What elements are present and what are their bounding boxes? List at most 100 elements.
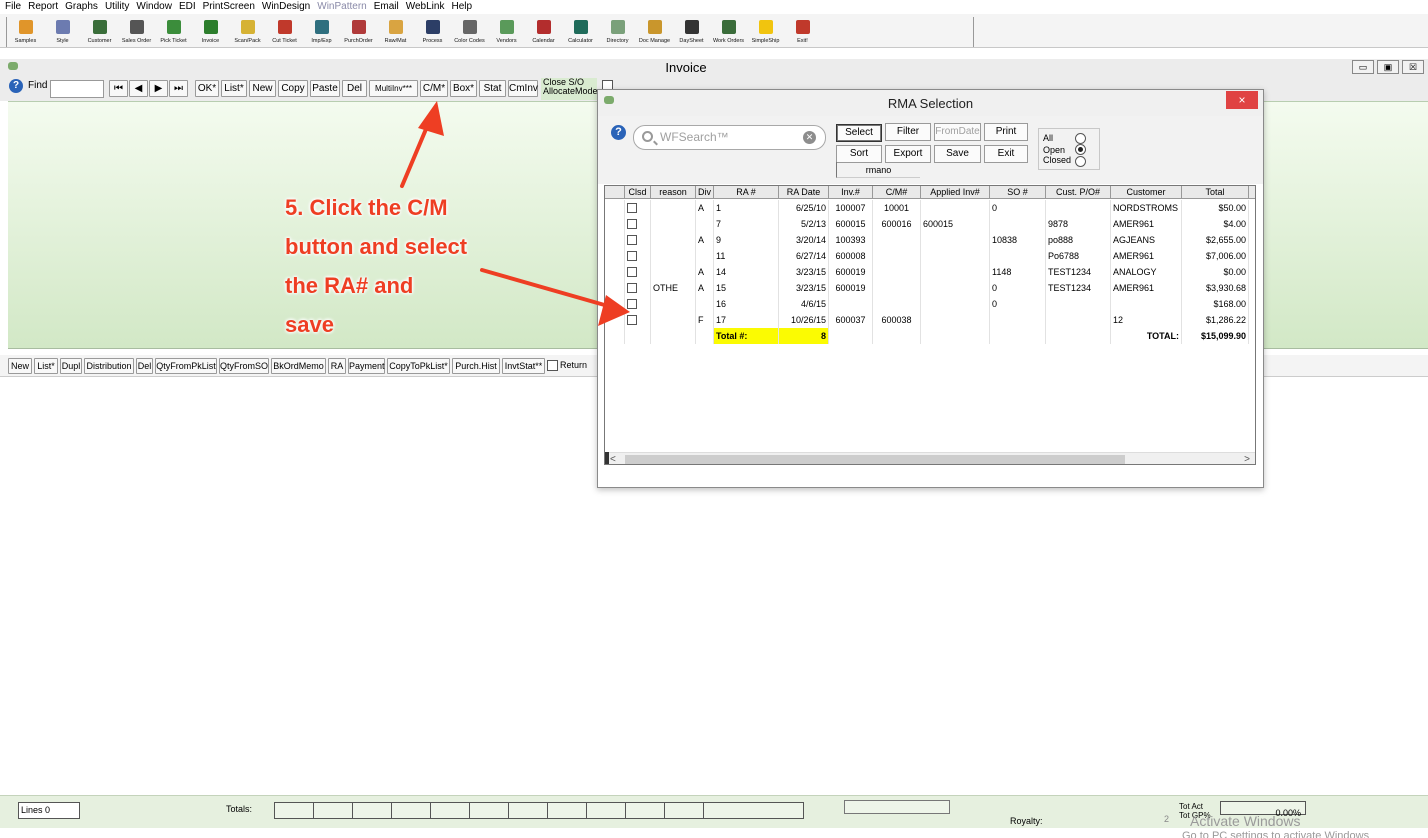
rma-row[interactable]: A 14 3/23/15 600019 1148 TEST1234 ANALOGY $0.00 (605, 264, 1249, 280)
column-header[interactable]: C/M# (873, 186, 921, 199)
toolbar-purchorder-button[interactable]: PurchOrder (340, 17, 377, 47)
toolbar-calendar-button[interactable]: Calendar (525, 17, 562, 47)
exit-button[interactable]: Exit (984, 145, 1028, 163)
box-button[interactable]: Box* (450, 80, 477, 97)
menu-help[interactable]: Help (451, 0, 472, 14)
toolbar-imp-exp-button[interactable]: Imp/Exp (303, 17, 340, 47)
bk-ord-memo-button[interactable]: BkOrdMemo (271, 358, 326, 374)
menu-report[interactable]: Report (28, 0, 58, 14)
column-header[interactable]: reason (651, 186, 696, 199)
rma-help-icon[interactable]: ? (611, 125, 626, 140)
column-header[interactable]: RA Date (779, 186, 829, 199)
paste-button[interactable]: Paste (310, 80, 340, 97)
toolbar-daysheet-button[interactable]: DaySheet (673, 17, 710, 47)
wfsearch-input[interactable]: WFSearch™ ✕ (633, 125, 826, 150)
return-checkbox[interactable] (547, 360, 558, 371)
toolbar-cut-ticket-button[interactable]: Cut Ticket (266, 17, 303, 47)
clear-search-icon[interactable]: ✕ (803, 131, 816, 144)
toolbar-color-codes-button[interactable]: Color Codes (451, 17, 488, 47)
stat-button[interactable]: Stat (479, 80, 506, 97)
lines-new-button[interactable]: New (8, 358, 32, 374)
radio-open[interactable] (1075, 144, 1086, 155)
toolbar-doc-manage-button[interactable]: Doc Manage (636, 17, 673, 47)
clsd-checkbox[interactable] (627, 267, 637, 277)
menu-graphs[interactable]: Graphs (65, 0, 98, 14)
horizontal-scrollbar[interactable]: < > (605, 452, 1255, 464)
column-header[interactable]: Cust. P/O# (1046, 186, 1111, 199)
column-header[interactable]: Customer (1111, 186, 1182, 199)
from-date-button[interactable]: FromDate (934, 123, 981, 141)
menu-windesign[interactable]: WinDesign (262, 0, 310, 14)
rma-row[interactable]: 7 5/2/13 600015 600016 600015 9878 AMER961 $4.0… (605, 216, 1249, 232)
find-input[interactable] (50, 80, 104, 98)
last-record-button[interactable]: ⏭ (169, 80, 188, 97)
column-header[interactable]: Total (1182, 186, 1249, 199)
qty-from-so-button[interactable]: QtyFromSO (219, 358, 269, 374)
clsd-checkbox[interactable] (627, 219, 637, 229)
lines-list-button[interactable]: List* (34, 358, 58, 374)
filter-button[interactable]: Filter (885, 123, 931, 141)
ra-button[interactable]: RA (328, 358, 346, 374)
toolbar-invoice-button[interactable]: Invoice (192, 17, 229, 47)
lines-del-button[interactable]: Del (136, 358, 153, 374)
toolbar-process-button[interactable]: Process (414, 17, 451, 47)
list-button[interactable]: List* (221, 80, 247, 97)
column-header[interactable] (1249, 186, 1255, 199)
clsd-checkbox[interactable] (627, 251, 637, 261)
column-header[interactable]: Inv.# (829, 186, 873, 199)
credit-memo-button[interactable]: C/M* (420, 80, 448, 97)
rma-row[interactable]: A 1 6/25/10 100007 10001 0 NORDSTROMS $50.00 (605, 200, 1249, 216)
menu-printscreen[interactable]: PrintScreen (203, 0, 255, 14)
next-record-button[interactable]: ▶ (149, 80, 168, 97)
restore-button[interactable]: ▣ (1377, 60, 1399, 74)
column-header[interactable]: RA # (714, 186, 779, 199)
payment-button[interactable]: Payment (348, 358, 385, 374)
column-header[interactable]: Applied Inv# (921, 186, 990, 199)
rma-close-button[interactable]: × (1226, 91, 1258, 109)
sort-button[interactable]: Sort (836, 145, 882, 163)
toolbar-customer-button[interactable]: Customer (81, 17, 118, 47)
rma-row[interactable]: 16 4/6/15 0 $168.00 (605, 296, 1249, 312)
scroll-right-icon[interactable]: > (1244, 453, 1250, 464)
toolbar-work-orders-button[interactable]: Work Orders (710, 17, 747, 47)
clsd-checkbox[interactable] (627, 203, 637, 213)
new-button[interactable]: New (249, 80, 276, 97)
toolbar-calculator-button[interactable]: Calculator (562, 17, 599, 47)
export-button[interactable]: Export (885, 145, 931, 163)
help-icon[interactable]: ? (9, 79, 23, 93)
print-button[interactable]: Print (984, 123, 1028, 141)
column-header[interactable]: SO # (990, 186, 1046, 199)
toolbar-sales-order-button[interactable]: Sales Order (118, 17, 155, 47)
toolbar-simpleship-button[interactable]: SimpleShip (747, 17, 784, 47)
clsd-checkbox[interactable] (627, 315, 637, 325)
column-header[interactable]: Clsd (625, 186, 651, 199)
clsd-checkbox[interactable] (627, 283, 637, 293)
toolbar-style-button[interactable]: Style (44, 17, 81, 47)
radio-all[interactable] (1075, 133, 1086, 144)
lines-dupl-button[interactable]: Dupl (60, 358, 82, 374)
ok-button[interactable]: OK* (195, 80, 219, 97)
toolbar-pick-ticket-button[interactable]: Pick Ticket (155, 17, 192, 47)
toolbar-vendors-button[interactable]: Vendors (488, 17, 525, 47)
toolbar-raw-mat-button[interactable]: Raw/Mat (377, 17, 414, 47)
toolbar-scan-pack-button[interactable]: Scan/Pack (229, 17, 266, 47)
toolbar-samples-button[interactable]: Samples (7, 17, 44, 47)
minimize-button[interactable]: ▭ (1352, 60, 1374, 74)
prev-record-button[interactable]: ◀ (129, 80, 148, 97)
distribution-button[interactable]: Distribution (84, 358, 134, 374)
qty-from-pklist-button[interactable]: QtyFromPkList (155, 358, 217, 374)
select-button[interactable]: Select (836, 124, 882, 142)
invt-stat-button[interactable]: InvtStat** (502, 358, 545, 374)
cminv-button[interactable]: CmInv (508, 80, 538, 97)
rma-row[interactable]: A 9 3/20/14 100393 10838 po888 AGJEANS $2,655.0… (605, 232, 1249, 248)
radio-closed[interactable] (1075, 156, 1086, 167)
menu-window[interactable]: Window (136, 0, 172, 14)
rma-row[interactable]: F 17 10/26/15 600037 600038 12 $1,286.22 (605, 312, 1249, 328)
menu-winpattern[interactable]: WinPattern (317, 0, 366, 14)
delete-button[interactable]: Del (342, 80, 367, 97)
column-header[interactable] (605, 186, 625, 199)
first-record-button[interactable]: ⏮ (109, 80, 128, 97)
copy-button[interactable]: Copy (278, 80, 308, 97)
save-button[interactable]: Save (934, 145, 981, 163)
scroll-left-icon[interactable]: < (610, 453, 616, 464)
